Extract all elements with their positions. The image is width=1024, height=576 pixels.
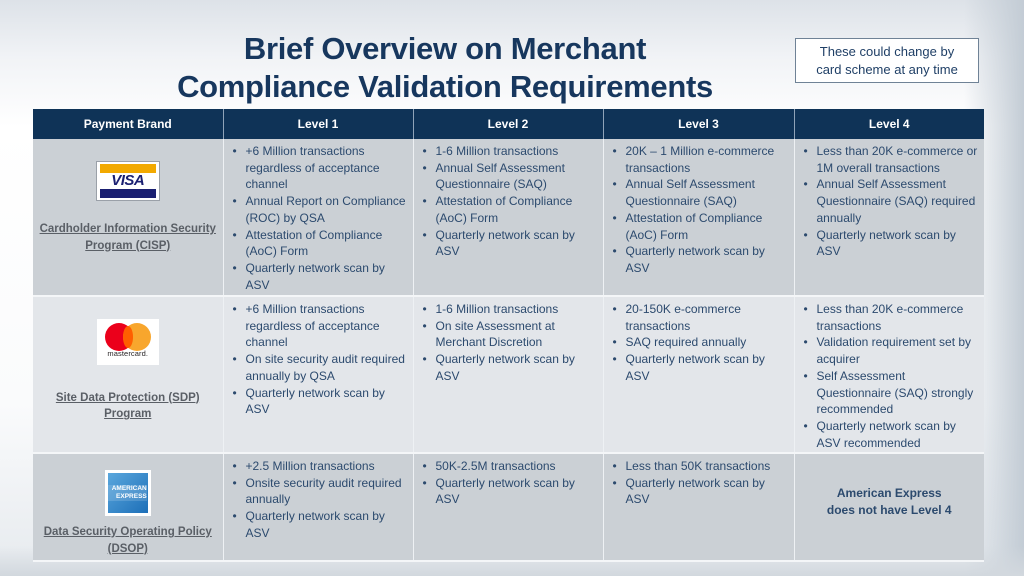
list-item: Quarterly network scan by ASV <box>803 227 981 260</box>
list-item: Quarterly network scan by ASV recommende… <box>803 418 981 451</box>
list-item: Attestation of Compliance (AoC) Form <box>612 210 790 243</box>
american-express-logo-icon: AMERICAN EXPRESS <box>104 470 151 516</box>
brand-cell-mastercard: mastercard. Site Data Protection (SDP) P… <box>33 296 224 454</box>
cell-visa-level-4: Less than 20K e-commerce or 1M overall t… <box>794 139 984 297</box>
mastercard-wordmark: mastercard. <box>107 349 149 359</box>
cell-mastercard-level-3: 20-150K e-commerce transactions SAQ requ… <box>603 296 795 454</box>
table-header-row: Payment Brand Level 1 Level 2 Level 3 Le… <box>33 109 984 139</box>
cell-mastercard-level-2: 1-6 Million transactions On site Assessm… <box>413 296 604 454</box>
cell-amex-level-2: 50K-2.5M transactions Quarterly network … <box>413 453 604 562</box>
mastercard-overlap <box>122 326 133 348</box>
list-item: Self Assessment Questionnaire (SAQ) stro… <box>803 368 981 418</box>
list-item: 1-6 Million transactions <box>422 143 599 160</box>
header-level-1: Level 1 <box>223 109 414 139</box>
title-line-1: Brief Overview on Merchant <box>243 31 647 66</box>
list-item: Annual Self Assessment Questionnaire (SA… <box>803 176 981 226</box>
disclaimer-note: These could change by card scheme at any… <box>795 38 979 83</box>
header-level-4: Level 4 <box>794 109 984 139</box>
table-row-mastercard: mastercard. Site Data Protection (SDP) P… <box>33 296 984 454</box>
note-line-2: card scheme at any time <box>816 62 958 77</box>
no-level-4-line-2: does not have Level 4 <box>826 503 952 517</box>
brand-cell-american-express: AMERICAN EXPRESS Data Security Operating… <box>33 453 224 562</box>
brand-program-link-dsop[interactable]: Data Security Operating Policy (DSOP) <box>33 524 223 557</box>
list-item: Attestation of Compliance (AoC) Form <box>422 193 599 226</box>
cell-visa-level-2: 1-6 Million transactions Annual Self Ass… <box>413 139 604 297</box>
list-item: Less than 50K transactions <box>612 458 790 475</box>
amex-wordmark-line-1: AMERICAN <box>107 485 147 493</box>
table-row-american-express: AMERICAN EXPRESS Data Security Operating… <box>33 453 984 562</box>
list-item: 1-6 Million transactions <box>422 301 599 318</box>
list-item: Quarterly network scan by ASV <box>612 475 790 508</box>
list-item: Annual Self Assessment Questionnaire (SA… <box>612 176 790 209</box>
visa-wordmark: VISA <box>111 172 145 189</box>
list-item: +2.5 Million transactions <box>232 458 409 475</box>
title-line-2: Compliance Validation Requirements <box>177 69 713 104</box>
amex-blue-box: AMERICAN EXPRESS <box>107 473 148 513</box>
cell-amex-level-3: Less than 50K transactions Quarterly net… <box>603 453 795 562</box>
header-level-3: Level 3 <box>603 109 795 139</box>
list-item: SAQ required annually <box>612 334 790 351</box>
list-item: Attestation of Compliance (AoC) Form <box>232 227 409 260</box>
list-item: On site security audit required annually… <box>232 351 409 384</box>
cell-amex-level-1: +2.5 Million transactions Onsite securit… <box>223 453 414 562</box>
list-item: Quarterly network scan by ASV <box>612 243 790 276</box>
header-payment-brand: Payment Brand <box>33 109 224 139</box>
amex-wordmark-line-2: EXPRESS <box>107 493 147 501</box>
cell-mastercard-level-4: Less than 20K e-commerce transactions Va… <box>794 296 984 454</box>
list-item: Quarterly network scan by ASV <box>232 385 409 418</box>
header-level-2: Level 2 <box>413 109 604 139</box>
list-item: Quarterly network scan by ASV <box>232 260 409 293</box>
compliance-table: Payment Brand Level 1 Level 2 Level 3 Le… <box>33 109 984 562</box>
list-item: 50K-2.5M transactions <box>422 458 599 475</box>
list-item: Annual Report on Compliance (ROC) by QSA <box>232 193 409 226</box>
visa-band-blue <box>99 189 156 198</box>
list-item: On site Assessment at Merchant Discretio… <box>422 318 599 351</box>
list-item: Quarterly network scan by ASV <box>422 475 599 508</box>
list-item: 20-150K e-commerce transactions <box>612 301 790 334</box>
cell-mastercard-level-1: +6 Million transactions regardless of ac… <box>223 296 414 454</box>
list-item: Quarterly network scan by ASV <box>422 227 599 260</box>
list-item: +6 Million transactions regardless of ac… <box>232 143 409 193</box>
list-item: Quarterly network scan by ASV <box>232 508 409 541</box>
cell-visa-level-3: 20K – 1 Million e-commerce transactions … <box>603 139 795 297</box>
list-item: Onsite security audit required annually <box>232 475 409 508</box>
list-item: Quarterly network scan by ASV <box>612 351 790 384</box>
list-item: +6 Million transactions regardless of ac… <box>232 301 409 351</box>
cell-amex-level-4-note: American Express does not have Level 4 <box>794 453 984 562</box>
list-item: Less than 20K e-commerce transactions <box>803 301 981 334</box>
list-item: Quarterly network scan by ASV <box>422 351 599 384</box>
slide-title: Brief Overview on Merchant Compliance Va… <box>120 30 770 106</box>
visa-logo-icon: VISA <box>95 161 160 201</box>
brand-program-link-sdp[interactable]: Site Data Protection (SDP) Program <box>33 390 223 423</box>
list-item: Less than 20K e-commerce or 1M overall t… <box>803 143 981 176</box>
list-item: Validation requirement set by acquirer <box>803 334 981 367</box>
cell-visa-level-1: +6 Million transactions regardless of ac… <box>223 139 414 297</box>
list-item: Annual Self Assessment Questionnaire (SA… <box>422 160 599 193</box>
table-row-visa: VISA Cardholder Information Security Pro… <box>33 139 984 297</box>
no-level-4-line-1: American Express <box>836 486 942 501</box>
brand-program-link-cisp[interactable]: Cardholder Information Security Program … <box>33 221 223 254</box>
brand-cell-visa: VISA Cardholder Information Security Pro… <box>33 139 224 297</box>
mastercard-logo-icon: mastercard. <box>96 319 159 365</box>
list-item: 20K – 1 Million e-commerce transactions <box>612 143 790 176</box>
note-line-1: These could change by <box>819 44 955 59</box>
